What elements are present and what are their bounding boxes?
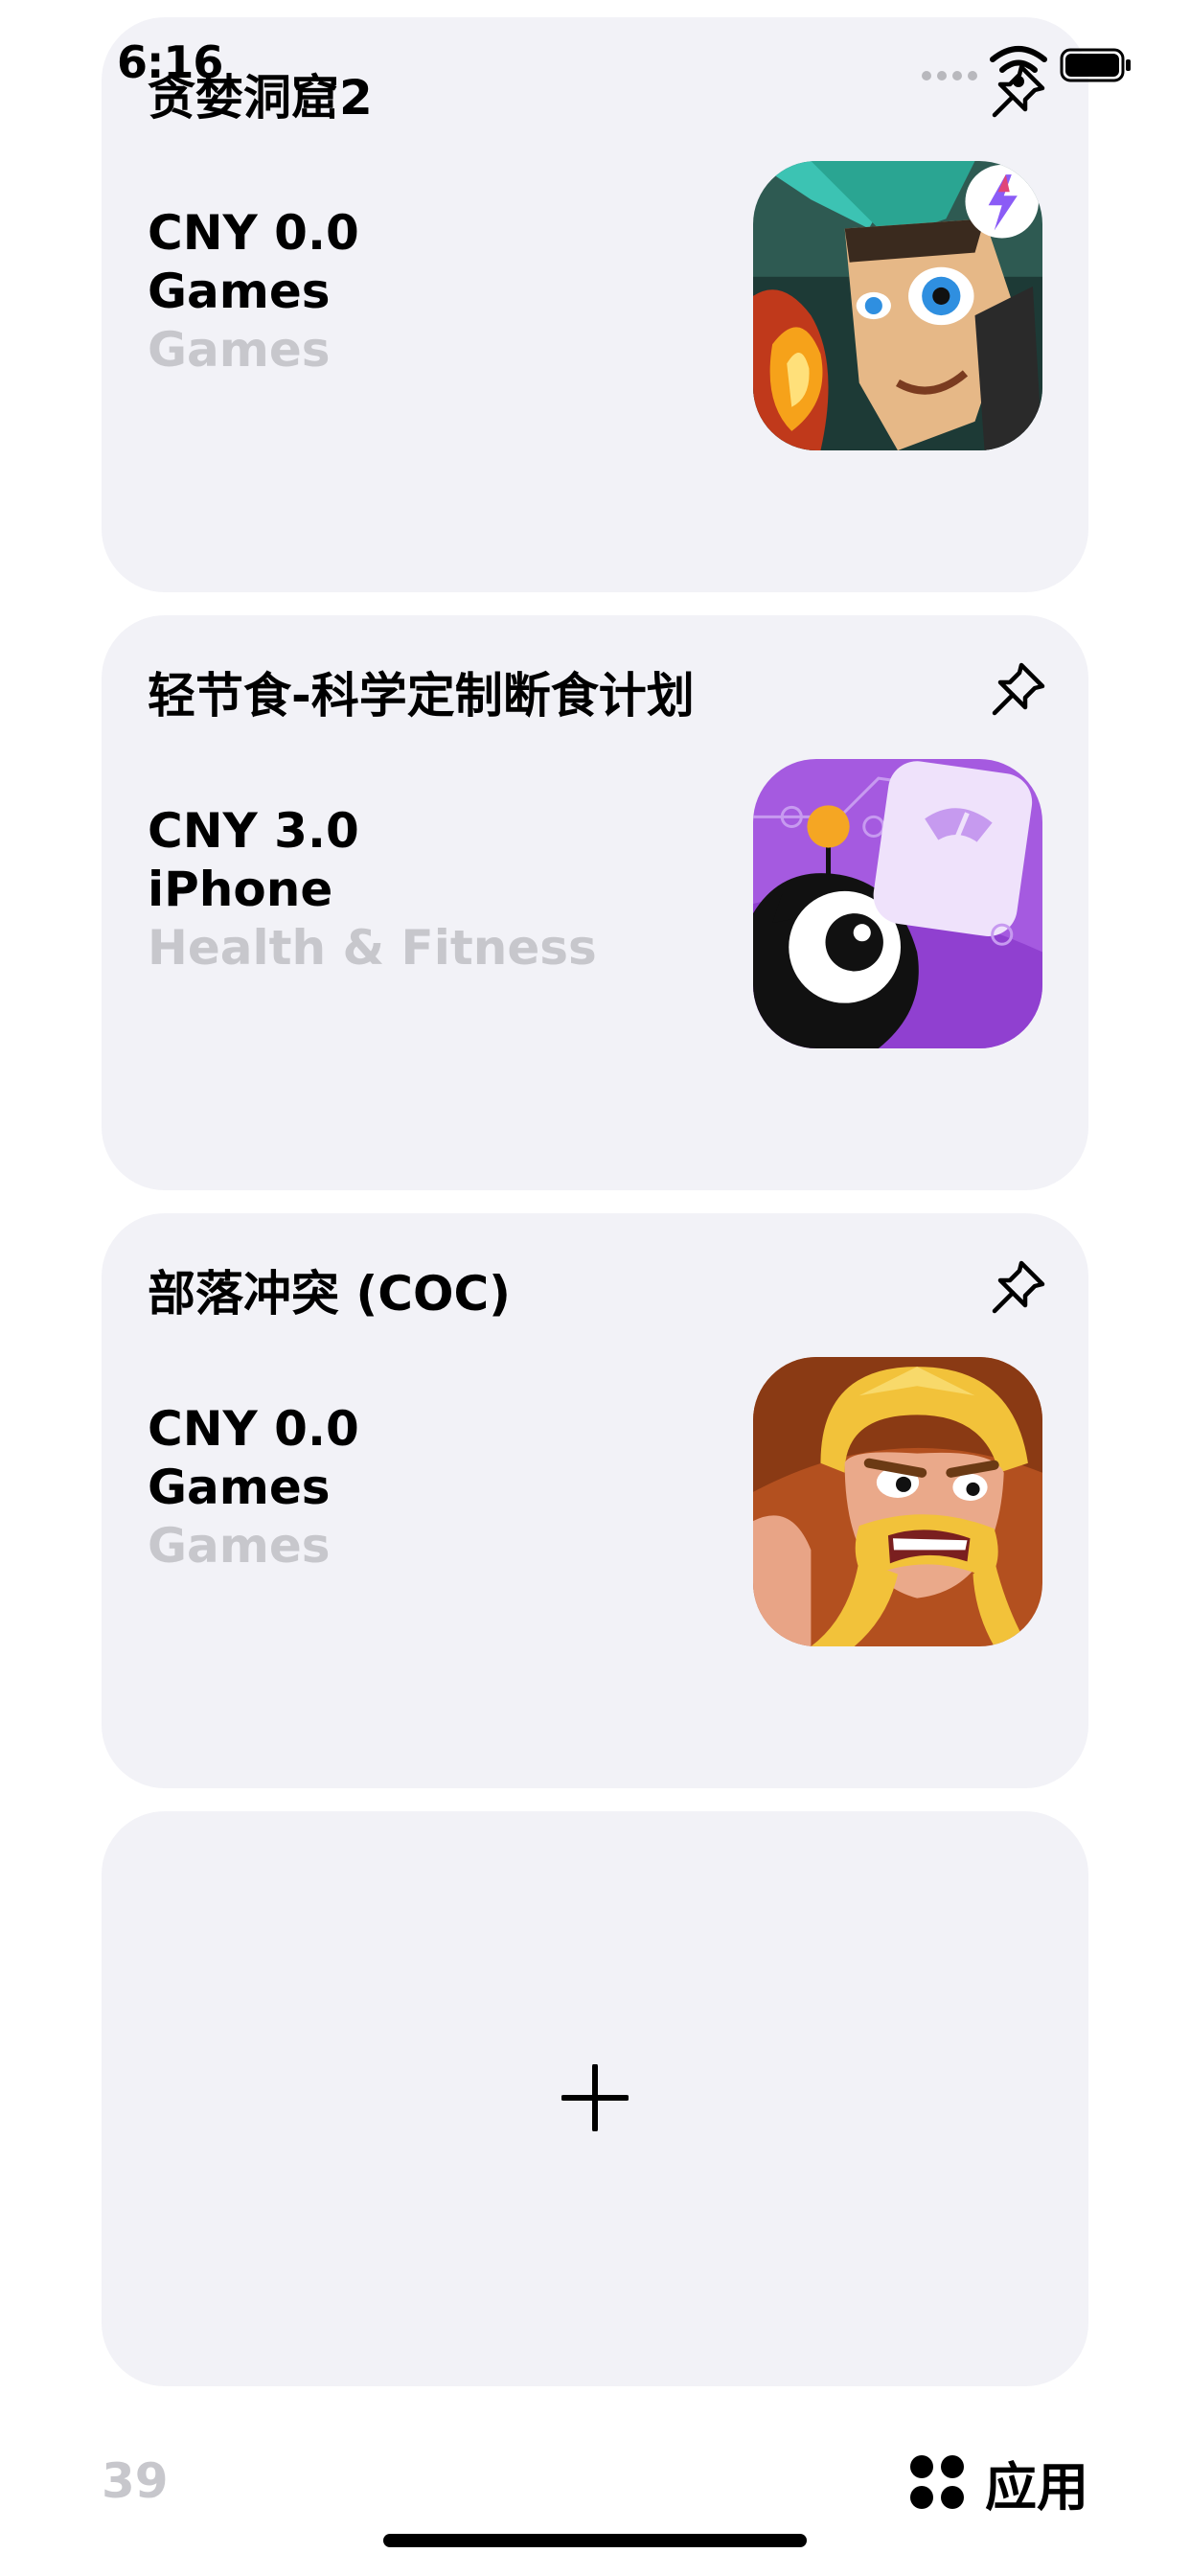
- app-price: CNY 0.0: [148, 205, 359, 261]
- barbarian-app-icon[interactable]: [753, 1357, 1042, 1646]
- app-genre: Games: [148, 322, 331, 378]
- add-app-card[interactable]: [102, 1811, 1088, 2386]
- app-device: Games: [148, 264, 331, 319]
- pin-icon[interactable]: [987, 659, 1048, 721]
- app-count: 39: [102, 2453, 169, 2509]
- app-title: 部落冲突 (COC): [148, 1266, 512, 1322]
- status-bar: 6:16: [0, 0, 1190, 125]
- app-device: iPhone: [148, 862, 333, 917]
- app-device: Games: [148, 1460, 331, 1515]
- app-genre: Health & Fitness: [148, 920, 597, 976]
- home-indicator[interactable]: [383, 2534, 807, 2547]
- status-time: 6:16: [117, 36, 223, 88]
- pin-icon[interactable]: [987, 1257, 1048, 1319]
- hero-character-app-icon[interactable]: [753, 161, 1042, 450]
- scale-monster-app-icon[interactable]: [753, 759, 1042, 1048]
- apps-button[interactable]: 应用: [910, 2444, 1088, 2520]
- cellular-signal-icon: [922, 71, 979, 84]
- app-card[interactable]: 部落冲突 (COC) CNY 0.0 Games Games: [102, 1213, 1088, 1788]
- battery-icon: [1060, 48, 1131, 82]
- app-card[interactable]: 轻节食-科学定制断食计划 CNY 3.0 iPhone Health & Fit…: [102, 615, 1088, 1190]
- plus-icon[interactable]: [561, 2064, 629, 2131]
- app-price: CNY 0.0: [148, 1401, 359, 1457]
- app-genre: Games: [148, 1518, 331, 1574]
- app-title: 轻节食-科学定制断食计划: [148, 668, 695, 724]
- app-price: CNY 3.0: [148, 803, 359, 859]
- apps-grid-icon: [910, 2455, 964, 2509]
- wifi-icon: [990, 46, 1047, 87]
- apps-label: 应用: [985, 2456, 1088, 2518]
